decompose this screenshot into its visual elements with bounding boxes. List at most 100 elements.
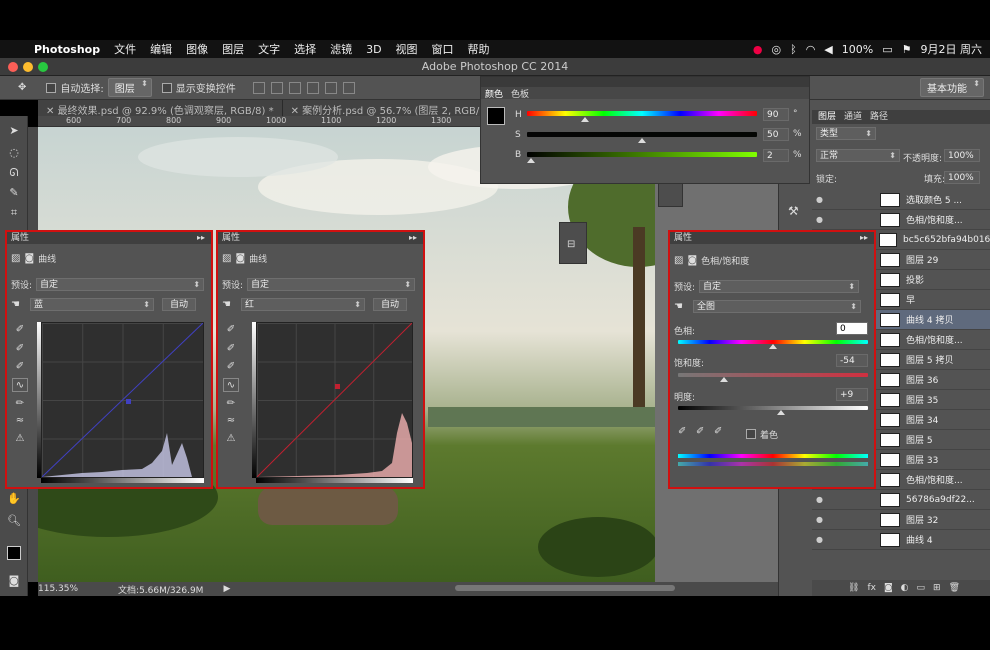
- align-vcenter-icon[interactable]: [270, 81, 283, 94]
- auto-select-checkbox[interactable]: [46, 82, 57, 93]
- eyedropper-black-icon[interactable]: ✐: [12, 323, 28, 337]
- menu-help[interactable]: 帮助: [468, 41, 490, 57]
- align-right-icon[interactable]: [342, 81, 355, 94]
- layer-filter-select[interactable]: 类型: [816, 127, 876, 140]
- smooth-curve-icon[interactable]: ≈: [12, 414, 28, 428]
- hand-tool-icon[interactable]: ✋: [7, 492, 21, 506]
- menu-filter[interactable]: 滤镜: [330, 41, 352, 57]
- crop-tool-icon[interactable]: ⌗: [7, 206, 21, 220]
- panel-icon[interactable]: ⊟: [567, 239, 575, 250]
- align-top-icon[interactable]: [252, 81, 265, 94]
- hue-slider[interactable]: [527, 111, 757, 116]
- app-menu[interactable]: Photoshop: [34, 43, 100, 56]
- doc-tab[interactable]: ✕ 案例分析.psd @ 56.7% (图层 2, RGB/8) *: [282, 100, 507, 117]
- layer-row[interactable]: ● 选取颜色 5 ...: [812, 190, 990, 210]
- saturation-slider-thumb[interactable]: [720, 377, 728, 382]
- curve-point-tool-icon[interactable]: ∿: [223, 378, 239, 392]
- volume-icon[interactable]: ◀: [824, 43, 832, 56]
- opacity-input[interactable]: 100%: [944, 149, 980, 162]
- status-menu-icon[interactable]: ▶: [223, 584, 230, 594]
- preset-select[interactable]: 自定: [247, 278, 416, 291]
- hue-input[interactable]: 0: [836, 322, 868, 335]
- eyedropper-add-icon[interactable]: ✐: [696, 426, 704, 437]
- recording-icon[interactable]: ●: [753, 43, 763, 56]
- tab-channels[interactable]: 通道: [844, 110, 862, 124]
- hand-target-icon[interactable]: ☚: [222, 299, 231, 310]
- saturation-slider-thumb[interactable]: [638, 138, 646, 143]
- layer-row[interactable]: ● 曲线 4: [812, 530, 990, 550]
- hue-slider-thumb[interactable]: [769, 344, 777, 349]
- tab-color[interactable]: 颜色: [485, 87, 503, 100]
- menu-view[interactable]: 视图: [396, 41, 418, 57]
- eyedropper-icon[interactable]: ✐: [678, 426, 686, 437]
- hue-slider-thumb[interactable]: [581, 117, 589, 122]
- eyedropper-black-icon[interactable]: ✐: [223, 323, 239, 337]
- menu-file[interactable]: 文件: [114, 41, 136, 57]
- group-icon[interactable]: ▭: [917, 583, 926, 593]
- collapse-icon[interactable]: ▸▸: [409, 232, 417, 244]
- menu-type[interactable]: 文字: [258, 41, 280, 57]
- saturation-input[interactable]: -54: [836, 354, 868, 367]
- mask-icon[interactable]: ◙: [24, 253, 34, 264]
- mask-icon[interactable]: ◙: [235, 253, 245, 264]
- marquee-tool-icon[interactable]: ◌: [7, 146, 21, 160]
- h-input[interactable]: 90: [763, 108, 789, 121]
- clipping-warning-icon[interactable]: ⚠: [223, 432, 239, 446]
- layer-row[interactable]: ● 图层 32: [812, 510, 990, 530]
- visibility-eye-icon[interactable]: ●: [816, 535, 830, 544]
- curves-graph[interactable]: [41, 322, 204, 478]
- move-tool-icon[interactable]: ✥: [18, 82, 26, 93]
- new-layer-icon[interactable]: ⊞: [933, 583, 941, 593]
- channel-select[interactable]: 蓝: [29, 298, 154, 311]
- eyedropper-white-icon[interactable]: ✐: [223, 360, 239, 374]
- link-layers-icon[interactable]: ⛓: [848, 583, 859, 593]
- collapse-icon[interactable]: ▸▸: [197, 232, 205, 244]
- curve-point[interactable]: [335, 384, 340, 389]
- eyedropper-gray-icon[interactable]: ✐: [12, 342, 28, 356]
- layer-row[interactable]: ● 色相/饱和度...: [812, 210, 990, 230]
- smooth-curve-icon[interactable]: ≈: [223, 414, 239, 428]
- eyedropper-gray-icon[interactable]: ✐: [223, 342, 239, 356]
- visibility-eye-icon[interactable]: ●: [816, 215, 830, 224]
- visibility-eye-icon[interactable]: ●: [816, 515, 830, 524]
- menu-select[interactable]: 选择: [294, 41, 316, 57]
- bluetooth-icon[interactable]: ᛒ: [790, 43, 797, 56]
- align-bottom-icon[interactable]: [288, 81, 301, 94]
- s-input[interactable]: 50: [763, 128, 789, 141]
- show-transform-checkbox[interactable]: [161, 82, 172, 93]
- curves-graph[interactable]: [256, 322, 413, 478]
- creative-cloud-icon[interactable]: ◎: [771, 43, 781, 56]
- layer-style-icon[interactable]: fx: [867, 583, 876, 593]
- adjustment-icon[interactable]: ◐: [901, 583, 909, 593]
- visibility-eye-icon[interactable]: ●: [816, 495, 830, 504]
- clipping-warning-icon[interactable]: ⚠: [12, 432, 28, 446]
- trash-icon[interactable]: 🗑︎: [949, 583, 960, 593]
- collapse-icon[interactable]: ▸▸: [860, 232, 868, 244]
- saturation-slider[interactable]: [678, 373, 868, 377]
- lightness-slider-thumb[interactable]: [777, 410, 785, 415]
- auto-select-target[interactable]: 图层: [107, 78, 152, 97]
- quick-mask-icon[interactable]: ◙: [7, 574, 21, 588]
- preset-select[interactable]: 自定: [699, 280, 860, 293]
- hand-target-icon[interactable]: ☚: [674, 301, 683, 312]
- hand-target-icon[interactable]: ☚: [11, 299, 20, 310]
- workspace-select[interactable]: 基本功能: [920, 78, 984, 97]
- colorize-checkbox[interactable]: [746, 429, 756, 439]
- mask-icon[interactable]: ◙: [687, 255, 697, 266]
- pencil-tool-icon[interactable]: ✏: [12, 397, 28, 411]
- lasso-tool-icon[interactable]: ᘏ: [7, 166, 21, 180]
- battery-icon[interactable]: ▭: [882, 43, 892, 56]
- flag-icon[interactable]: ⚑: [902, 43, 912, 56]
- layer-row[interactable]: ● 56786a9df22...: [812, 490, 990, 510]
- lightness-slider[interactable]: [678, 406, 868, 410]
- eyedropper-subtract-icon[interactable]: ✐: [714, 426, 722, 437]
- tools-icon[interactable]: ⚒: [788, 204, 799, 218]
- menu-edit[interactable]: 编辑: [150, 41, 172, 57]
- menu-image[interactable]: 图像: [186, 41, 208, 57]
- doc-tab[interactable]: ✕ 最终效果.psd @ 92.9% (色调观察层, RGB/8) *: [38, 100, 283, 117]
- b-input[interactable]: 2: [763, 149, 789, 162]
- range-select[interactable]: 全图: [692, 300, 861, 313]
- move-tool-icon[interactable]: ➤: [7, 124, 21, 138]
- auto-button[interactable]: 自动: [372, 298, 407, 311]
- preset-select[interactable]: 自定: [36, 278, 205, 291]
